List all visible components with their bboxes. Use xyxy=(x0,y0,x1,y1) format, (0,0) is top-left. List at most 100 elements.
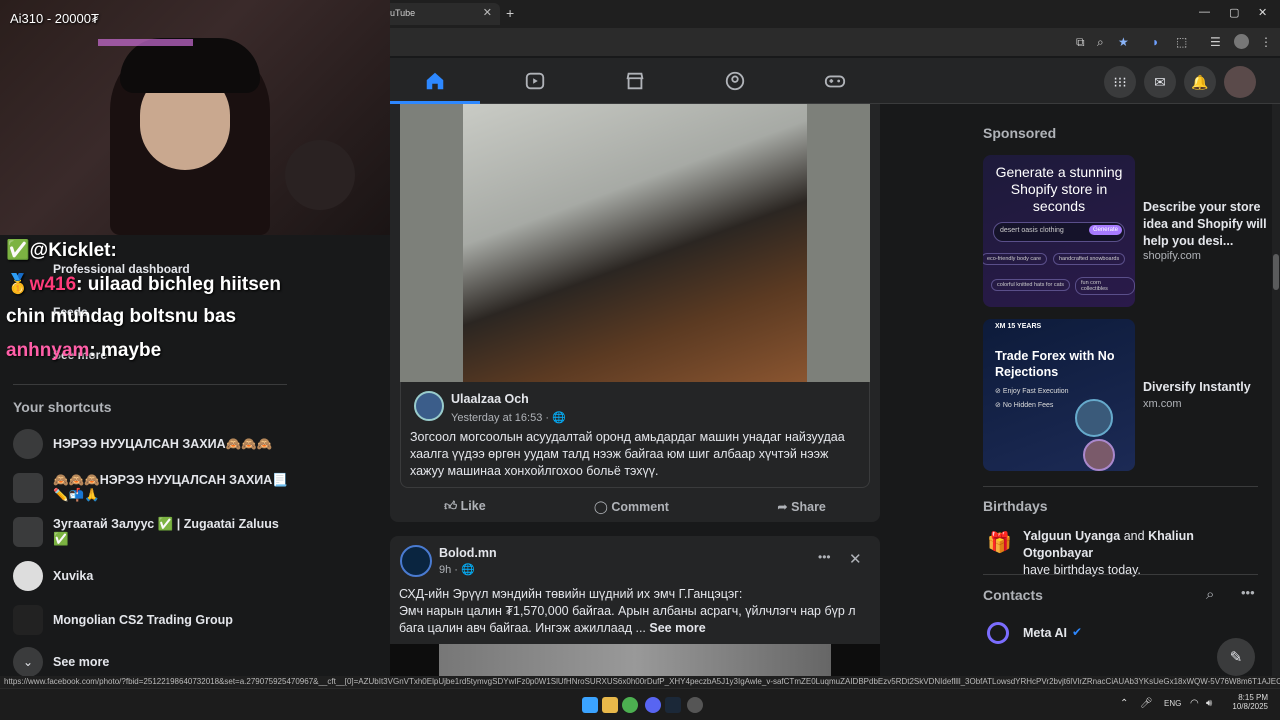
post-photo[interactable] xyxy=(439,644,831,676)
tab-search-icon[interactable]: ☰ xyxy=(1210,35,1221,49)
see-more-button[interactable]: ⌄ See more xyxy=(13,647,109,677)
ad-domain[interactable]: shopify.com xyxy=(1143,250,1201,262)
chat-message: anhnyam: maybe xyxy=(6,340,161,362)
share-button[interactable]: ➦ Share xyxy=(777,499,826,514)
mic-icon[interactable]: 🎤︎ xyxy=(1140,698,1153,709)
divider xyxy=(983,574,1258,575)
chat-separator: : xyxy=(89,340,96,361)
install-app-icon[interactable]: ⧉ xyxy=(1076,35,1085,50)
menu-kebab-icon[interactable]: ⋮ xyxy=(1260,35,1272,49)
close-icon[interactable]: ✕ xyxy=(849,550,862,568)
new-tab-button[interactable]: + xyxy=(506,5,514,21)
account-avatar-button[interactable] xyxy=(1224,66,1256,98)
ad-creative-input: desert oasis clothing Generate xyxy=(993,222,1125,242)
author-avatar[interactable] xyxy=(414,391,444,421)
zoom-icon[interactable]: ⌕ xyxy=(1097,35,1104,50)
chat-username: w416 xyxy=(29,274,77,295)
birthday-text[interactable]: Yalguun Uyanga and Khaliun Otgonbayar ha… xyxy=(1023,528,1263,579)
more-options-icon[interactable]: ••• xyxy=(818,550,831,564)
groups-icon xyxy=(725,71,745,91)
obs-icon[interactable] xyxy=(687,697,703,713)
shortcut-label: Mongolian CS2 Trading Group xyxy=(53,613,233,627)
more-options-icon[interactable]: ••• xyxy=(1241,585,1255,600)
messenger-button[interactable]: ✉ xyxy=(1144,66,1176,98)
share-label: Share xyxy=(791,499,826,514)
birthday-name: Yalguun Uyanga xyxy=(1023,529,1121,543)
post-body-line: Эмч нарын цалин ₮1,570,000 байгаа. Арын … xyxy=(399,604,856,618)
chrome-icon[interactable] xyxy=(622,697,638,713)
tab-title: uTube xyxy=(390,8,416,18)
maximize-button[interactable]: ▢ xyxy=(1229,6,1239,19)
language-indicator[interactable]: ENG xyxy=(1164,699,1181,708)
bookmark-star-icon[interactable]: ★ xyxy=(1118,35,1129,49)
comment-button[interactable]: ◯ Comment xyxy=(594,499,669,514)
shortcut-item[interactable]: Mongolian CS2 Trading Group xyxy=(13,598,313,642)
file-explorer-icon[interactable] xyxy=(602,697,618,713)
profile-avatar-icon[interactable] xyxy=(1234,34,1249,49)
post-actions: 👍︎ Like ◯ Comment ➦ Share xyxy=(390,492,880,520)
steam-icon[interactable] xyxy=(665,697,681,713)
ad-creative-bullet: ⊘ Enjoy Fast Execution xyxy=(995,388,1069,395)
post-author[interactable]: Ulaalzaa Och xyxy=(451,392,529,406)
extension-icon[interactable]: ◗ xyxy=(1152,35,1159,49)
ad-title[interactable]: Diversify Instantly xyxy=(1143,380,1251,394)
group-avatar xyxy=(13,429,43,459)
see-more-link[interactable]: See more xyxy=(649,621,705,635)
ad-image-xm[interactable]: XM 15 YEARS Trade Forex with No Rejectio… xyxy=(983,319,1135,471)
search-icon[interactable]: ⌕ xyxy=(1206,586,1214,603)
post-author[interactable]: Bolod.mn xyxy=(439,546,497,560)
video-icon xyxy=(525,72,545,90)
bolod-avatar[interactable] xyxy=(400,545,432,577)
nav-home-tab[interactable] xyxy=(390,58,480,104)
post-timestamp[interactable]: 9h · 🌐 xyxy=(439,563,475,576)
scrollbar-track[interactable] xyxy=(1272,104,1280,676)
chat-separator: : xyxy=(76,274,83,295)
volume-icon[interactable]: 🔊︎ xyxy=(1206,698,1212,709)
meta-ai-avatar[interactable] xyxy=(987,622,1009,644)
contact-name[interactable]: Meta AI xyxy=(1023,626,1067,640)
wifi-icon[interactable]: ◠ xyxy=(1190,698,1199,709)
like-button[interactable]: 👍︎ Like xyxy=(444,499,486,514)
post-photo[interactable] xyxy=(463,104,807,382)
browser-tab[interactable]: uTube ✕ xyxy=(380,3,500,25)
shortcut-item[interactable]: Xuvika xyxy=(13,554,313,598)
see-more-label: See more xyxy=(53,655,110,669)
post-timestamp[interactable]: Yesterday at 16:53 · 🌐 xyxy=(451,411,566,424)
post-photo-frame[interactable] xyxy=(400,104,870,382)
nav-gaming-tab[interactable] xyxy=(790,58,880,104)
start-icon[interactable] xyxy=(582,697,598,713)
tab-close-icon[interactable]: ✕ xyxy=(483,6,492,19)
shortcut-item[interactable]: Зугаатай Залуус ✅ | Zugaatai Zaluus ✅ xyxy=(13,510,313,554)
shared-post: Ulaalzaa Och Yesterday at 16:53 · 🌐 Зогс… xyxy=(400,382,870,488)
tray-chevron-icon[interactable]: ⌃ xyxy=(1120,698,1128,709)
contacts-heading: Contacts xyxy=(983,587,1043,603)
minimize-button[interactable]: — xyxy=(1199,6,1210,18)
nav-video-tab[interactable] xyxy=(490,58,580,104)
verified-badge-icon: ✔ xyxy=(1072,625,1083,639)
post-card: Ulaalzaa Och Yesterday at 16:53 · 🌐 Зогс… xyxy=(390,104,880,522)
new-message-button[interactable]: ✎ xyxy=(1217,638,1255,676)
ad-image-shopify[interactable]: Generate a stunning Shopify store in sec… xyxy=(983,155,1135,307)
shortcut-item[interactable]: НЭРЭЭ НУУЦАЛСАН ЗАХИА🙈🙈🙈 xyxy=(13,422,313,466)
notifications-button[interactable]: 🔔 xyxy=(1184,66,1216,98)
birthday-and: and xyxy=(1120,529,1149,543)
chat-badge-icon: ✅ xyxy=(6,240,30,261)
scrollbar-thumb[interactable] xyxy=(1273,254,1279,290)
close-window-button[interactable]: ✕ xyxy=(1258,6,1267,19)
nav-groups-tab[interactable] xyxy=(690,58,780,104)
user-avatar xyxy=(13,561,43,591)
ad-title[interactable]: Describe your store idea and Shopify wil… xyxy=(1143,199,1273,250)
page-avatar xyxy=(13,517,43,547)
chat-text: maybe xyxy=(101,340,162,361)
shortcut-item[interactable]: 🙈🙈🙈НЭРЭЭ НУУЦАЛСАН ЗАХИА📃✏️📬🙏 xyxy=(13,466,313,510)
facebook-top-nav: ⁝⁝⁝ ✉ 🔔 xyxy=(390,58,1280,104)
clock[interactable]: 8:15 PM 10/8/2025 xyxy=(1228,693,1268,711)
chevron-down-icon: ⌄ xyxy=(13,647,43,677)
ad-creative-chip: colorful knitted hats for cats xyxy=(991,279,1070,291)
ad-domain[interactable]: xm.com xyxy=(1143,398,1182,410)
nav-marketplace-tab[interactable] xyxy=(590,58,680,104)
menu-grid-button[interactable]: ⁝⁝⁝ xyxy=(1104,66,1136,98)
discord-icon[interactable] xyxy=(645,697,661,713)
post-card: Bolod.mn 9h · 🌐 ••• ✕ СХД-ийн Эрүүл мэнд… xyxy=(390,536,880,676)
extensions-puzzle-icon[interactable]: ⬚ xyxy=(1176,35,1187,49)
